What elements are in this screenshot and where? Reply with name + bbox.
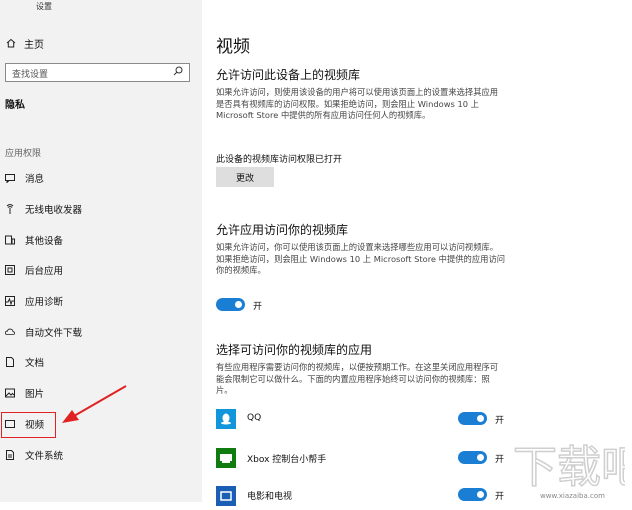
diagnostics-icon	[5, 296, 15, 306]
app-access-toggle-label: 开	[253, 302, 263, 312]
sidebar-item-other-devices[interactable]: 其他设备	[0, 229, 202, 251]
device-access-heading: 允许访问此设备上的视频库	[216, 68, 361, 82]
sidebar-item-label: 应用诊断	[25, 297, 64, 308]
sidebar-item-label: 文件系统	[25, 451, 64, 462]
sidebar-item-background-apps[interactable]: 后台应用	[0, 259, 202, 281]
qq-toggle[interactable]	[458, 412, 487, 425]
home-icon	[6, 38, 16, 51]
cloud-download-icon	[5, 327, 15, 337]
sidebar-item-label: 图片	[25, 389, 45, 400]
movies-tv-toggle-label: 开	[495, 492, 505, 502]
sidebar-home-label: 主页	[24, 40, 44, 51]
window-title: 设置	[36, 2, 52, 11]
page-title: 视频	[216, 37, 250, 57]
sidebar-item-file-system[interactable]: 文件系统	[0, 444, 202, 466]
document-icon	[5, 357, 15, 367]
sidebar-item-documents[interactable]: 文档	[0, 351, 202, 373]
background-apps-icon	[5, 265, 15, 275]
picture-icon	[5, 388, 15, 398]
app-name: QQ	[247, 413, 262, 423]
highlight-box	[1, 412, 56, 438]
sidebar-item-app-diagnostics[interactable]: 应用诊断	[0, 290, 202, 312]
sidebar-item-label: 自动文件下载	[25, 328, 83, 339]
qq-icon	[216, 409, 236, 429]
sidebar: 设置 主页 查找设置 隐私 应用权限 消息 无线电收发器 其他设备 后台应用 应…	[0, 0, 202, 502]
watermark-url: www.xiazaiba.com	[540, 492, 605, 500]
category-title: 隐私	[5, 100, 25, 111]
device-access-description: 如果允许访问，则使用该设备的用户将可以使用该页面上的设置来选择其应用是否具有视频…	[216, 87, 499, 120]
section-label: 应用权限	[5, 149, 42, 159]
search-icon	[173, 66, 183, 79]
app-access-heading: 允许应用访问你的视频库	[216, 223, 349, 237]
movies-tv-toggle[interactable]	[458, 488, 487, 501]
xbox-toggle-label: 开	[495, 455, 505, 465]
svg-text:下载吧: 下载吧	[513, 442, 625, 493]
radio-icon	[5, 204, 15, 214]
sidebar-item-label: 文档	[25, 358, 45, 369]
app-access-toggle[interactable]	[216, 298, 245, 311]
xbox-icon	[216, 448, 236, 468]
search-placeholder: 查找设置	[12, 70, 49, 80]
device-access-status: 此设备的视频库访问权限已打开	[216, 155, 343, 165]
search-input[interactable]: 查找设置	[5, 63, 190, 82]
devices-icon	[5, 235, 15, 245]
app-name: Xbox 控制台小帮手	[247, 455, 327, 465]
app-access-description: 如果允许访问，你可以使用该页面上的设置来选择哪些应用可以访问视频库。如果拒绝访问…	[216, 242, 506, 275]
message-icon	[5, 173, 15, 183]
annotation-arrow	[62, 385, 127, 423]
sidebar-item-auto-download[interactable]: 自动文件下载	[0, 321, 202, 343]
watermark-logo: 下载吧	[512, 441, 625, 494]
sidebar-item-radios[interactable]: 无线电收发器	[0, 198, 202, 220]
sidebar-item-label: 消息	[25, 174, 45, 185]
change-button[interactable]: 更改	[216, 167, 274, 187]
file-system-icon	[5, 450, 15, 460]
xbox-toggle[interactable]	[458, 451, 487, 464]
movies-tv-icon	[216, 486, 236, 506]
choose-apps-description: 有些应用程序需要访问你的视频库，以便按预期工作。在这里关闭应用程序可能会限制它可…	[216, 362, 499, 395]
qq-toggle-label: 开	[495, 416, 505, 426]
choose-apps-heading: 选择可访问你的视频库的应用	[216, 343, 373, 357]
sidebar-item-label: 无线电收发器	[25, 205, 83, 216]
sidebar-item-label: 后台应用	[25, 266, 64, 277]
app-name: 电影和电视	[247, 492, 293, 502]
sidebar-item-label: 其他设备	[25, 236, 64, 247]
sidebar-item-home[interactable]: 主页	[6, 36, 44, 51]
sidebar-item-messages[interactable]: 消息	[0, 167, 202, 189]
